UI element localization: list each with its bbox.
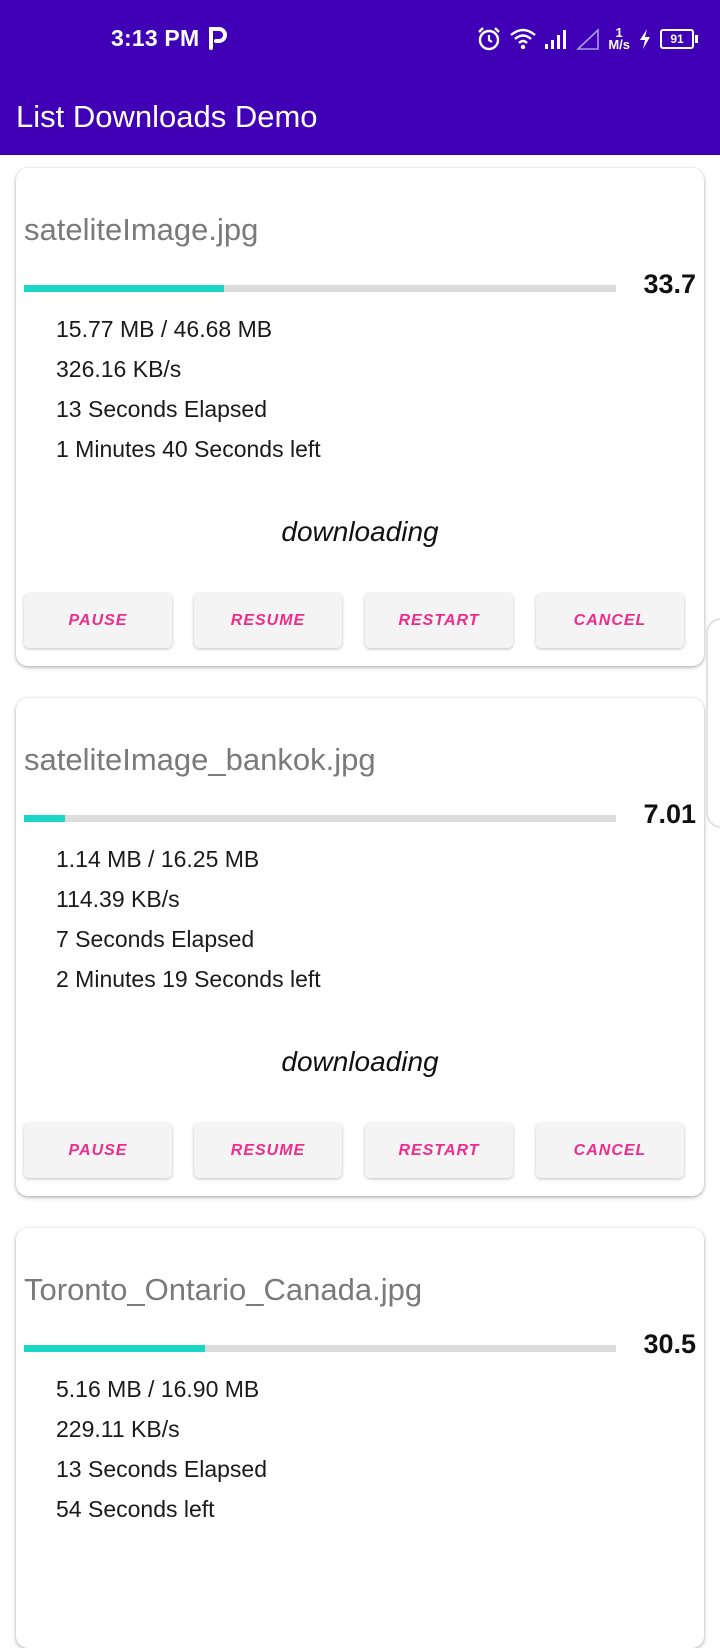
pause-button[interactable]: PAUSE <box>24 593 172 648</box>
remaining-text: 2 Minutes 19 Seconds left <box>56 966 321 992</box>
progress-value: 7.01 <box>643 799 696 829</box>
progress-fill <box>24 285 224 292</box>
status-icons: 1 M/s 91 <box>476 22 698 56</box>
progress-value: 33.7 <box>643 269 696 299</box>
progress-fill <box>24 815 66 822</box>
elapsed-text: 13 Seconds Elapsed <box>56 396 267 422</box>
app-bar: List Downloads Demo <box>0 80 720 155</box>
cancel-button[interactable]: CANCEL <box>536 593 684 648</box>
edge-handle[interactable] <box>706 618 720 828</box>
charging-icon <box>640 29 650 49</box>
signal-icon <box>545 30 567 49</box>
progress-fill <box>24 1345 205 1352</box>
pause-button[interactable]: PAUSE <box>24 1123 172 1178</box>
size-text: 1.14 MB / 16.25 MB <box>56 846 260 872</box>
speed-text: 114.39 KB/s <box>56 886 180 912</box>
download-card: sateliteImage.jpg 33.7 15.77 MB / 46.68 … <box>16 168 704 666</box>
speed-unit: M/s <box>608 37 630 52</box>
elapsed-text: 13 Seconds Elapsed <box>56 1456 267 1482</box>
progress-bar <box>24 1345 616 1352</box>
alarm-icon <box>478 27 501 51</box>
download-card: sateliteImage_bankok.jpg 7.01 1.14 MB / … <box>16 698 704 1196</box>
size-text: 5.16 MB / 16.90 MB <box>56 1376 260 1402</box>
download-card: Toronto_Ontario_Canada.jpg 30.5 5.16 MB … <box>16 1228 704 1648</box>
signal-empty-icon <box>576 28 600 50</box>
download-state: downloading <box>281 516 439 547</box>
resume-button[interactable]: RESUME <box>194 1123 342 1178</box>
restart-button[interactable]: RESTART <box>365 1123 513 1178</box>
progress-bar <box>24 285 616 292</box>
restart-button[interactable]: RESTART <box>365 593 513 648</box>
progress-bar <box>24 815 616 822</box>
download-state: downloading <box>281 1046 439 1077</box>
cancel-button[interactable]: CANCEL <box>536 1123 684 1178</box>
file-name: Toronto_Ontario_Canada.jpg <box>24 1272 423 1307</box>
network-speed: 1 M/s <box>608 26 630 52</box>
battery-icon: 91 <box>660 29 698 49</box>
speed-text: 229.11 KB/s <box>56 1416 180 1442</box>
remaining-text: 1 Minutes 40 Seconds left <box>56 436 321 462</box>
file-name: sateliteImage.jpg <box>24 212 259 247</box>
remaining-text: 54 Seconds left <box>56 1496 215 1522</box>
size-text: 15.77 MB / 46.68 MB <box>56 316 273 342</box>
elapsed-text: 7 Seconds Elapsed <box>56 926 255 952</box>
battery-level: 91 <box>660 29 694 49</box>
status-time: 3:13 PM <box>111 25 200 51</box>
status-bar: 3:13 PM 1 M/s 91 <box>0 0 720 80</box>
file-name: sateliteImage_bankok.jpg <box>24 742 376 777</box>
speed-text: 326.16 KB/s <box>56 356 182 382</box>
download-list[interactable]: sateliteImage.jpg 33.7 15.77 MB / 46.68 … <box>0 155 720 1648</box>
wifi-icon <box>510 28 537 50</box>
parking-icon <box>209 27 227 50</box>
progress-value: 30.5 <box>643 1329 696 1359</box>
resume-button[interactable]: RESUME <box>194 593 342 648</box>
app-title: List Downloads Demo <box>16 99 318 134</box>
